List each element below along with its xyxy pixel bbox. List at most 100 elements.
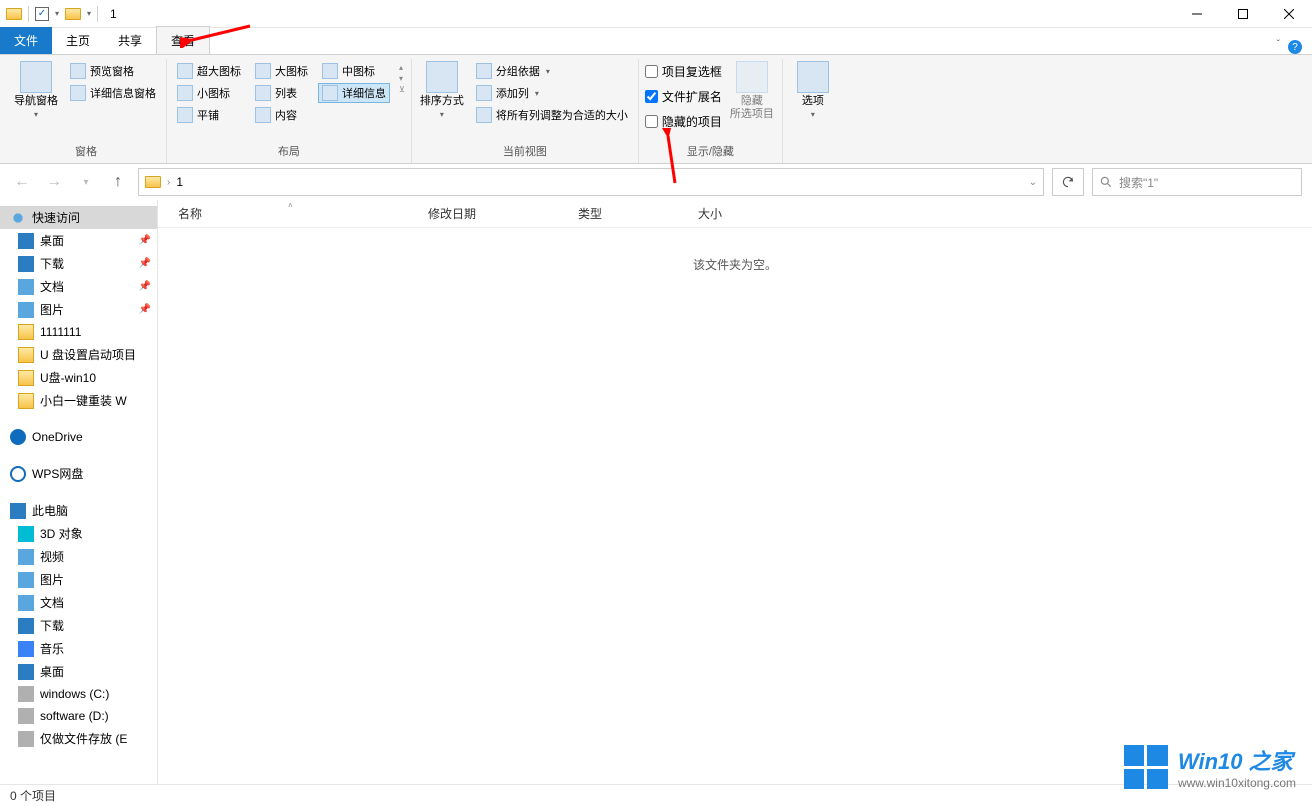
- search-placeholder: 搜索"1": [1119, 174, 1158, 191]
- group-label-layout: 布局: [173, 140, 405, 163]
- column-size[interactable]: 大小: [698, 205, 798, 222]
- layout-content-button[interactable]: 内容: [251, 105, 312, 125]
- forward-button[interactable]: →: [42, 170, 66, 194]
- search-icon: [1099, 175, 1113, 189]
- groupby-label: 分组依据: [496, 63, 540, 79]
- breadcrumb-current[interactable]: 1: [176, 175, 183, 189]
- layout-lg-label: 大图标: [275, 63, 308, 79]
- checkbox-hidden-items[interactable]: 隐藏的项目: [645, 111, 722, 132]
- layout-xl-button[interactable]: 超大图标: [173, 61, 245, 81]
- close-button[interactable]: [1266, 0, 1312, 28]
- pin-icon: 📌: [139, 258, 151, 269]
- details-pane-button[interactable]: 详细信息窗格: [66, 83, 160, 103]
- status-item-count: 0 个项目: [10, 787, 56, 804]
- tab-home[interactable]: 主页: [52, 27, 104, 54]
- minimize-button[interactable]: [1174, 0, 1220, 28]
- tab-file[interactable]: 文件: [0, 27, 52, 54]
- qat-dropdown-icon[interactable]: ▾: [55, 9, 59, 18]
- checkbox-item-checkboxes[interactable]: 项目复选框: [645, 61, 722, 82]
- tree-thispc[interactable]: 此电脑: [0, 499, 157, 522]
- column-type[interactable]: 类型: [578, 205, 698, 222]
- tree-desktop-label: 桌面: [40, 232, 64, 249]
- search-box[interactable]: 搜索"1": [1092, 168, 1302, 196]
- tree-3d-label: 3D 对象: [40, 525, 83, 542]
- ribbon-group-panes: 导航窗格▾ 预览窗格 详细信息窗格 窗格: [6, 59, 167, 163]
- tree-pictures2[interactable]: 图片: [0, 568, 157, 591]
- tree-downloads[interactable]: 下载📌: [0, 252, 157, 275]
- sort-label: 排序方式: [420, 95, 464, 108]
- up-button[interactable]: ↑: [106, 170, 130, 194]
- back-button[interactable]: ←: [10, 170, 34, 194]
- qat-properties-icon[interactable]: ✓: [35, 7, 49, 21]
- refresh-button[interactable]: [1052, 168, 1084, 196]
- maximize-button[interactable]: [1220, 0, 1266, 28]
- tree-folder-2[interactable]: U 盘设置启动项目: [0, 343, 157, 366]
- qat-new-folder-icon[interactable]: [65, 8, 81, 20]
- tree-music[interactable]: 音乐: [0, 637, 157, 660]
- tree-desktop[interactable]: 桌面📌: [0, 229, 157, 252]
- layout-expand-icon[interactable]: ⊻: [399, 85, 405, 94]
- tree-folder-2-label: U 盘设置启动项目: [40, 346, 136, 363]
- tab-view[interactable]: 查看: [156, 26, 210, 54]
- layout-sm-button[interactable]: 小图标: [173, 83, 245, 103]
- fitcolumns-button[interactable]: 将所有列调整为合适的大小: [472, 105, 632, 125]
- tree-downloads2[interactable]: 下载: [0, 614, 157, 637]
- tree-folder-1[interactable]: 1111111: [0, 321, 157, 343]
- tree-wps[interactable]: WPS网盘: [0, 462, 157, 485]
- sort-button[interactable]: 排序方式▾: [418, 61, 466, 120]
- ribbon-collapse-icon[interactable]: ˇ: [1269, 35, 1288, 54]
- tree-documents2[interactable]: 文档: [0, 591, 157, 614]
- tree-drive-d-label: software (D:): [40, 709, 109, 723]
- layout-scroll-up-icon[interactable]: ▴: [399, 63, 405, 72]
- addcolumn-button[interactable]: 添加列▾: [472, 83, 632, 103]
- tree-folder-4[interactable]: 小白一键重装 W: [0, 389, 157, 412]
- tree-folder-3[interactable]: U盘-win10: [0, 366, 157, 389]
- layout-md-button[interactable]: 中图标: [318, 61, 390, 81]
- fitcolumns-label: 将所有列调整为合适的大小: [496, 107, 628, 123]
- watermark: Win10 之家 www.win10xitong.com: [1124, 744, 1296, 790]
- column-name[interactable]: 名称˄: [178, 205, 428, 222]
- address-bar[interactable]: › 1 ⌄: [138, 168, 1044, 196]
- groupby-button[interactable]: 分组依据▾: [472, 61, 632, 81]
- tree-videos-label: 视频: [40, 548, 64, 565]
- tree-desktop2-label: 桌面: [40, 663, 64, 680]
- history-dropdown-icon[interactable]: ▾: [74, 170, 98, 194]
- watermark-logo-icon: [1124, 745, 1168, 789]
- title-bar: ✓ ▾ ▾ 1: [0, 0, 1312, 28]
- quick-access-toolbar: ✓ ▾ ▾: [0, 6, 91, 22]
- options-label: 选项: [802, 95, 824, 108]
- tab-share[interactable]: 共享: [104, 27, 156, 54]
- options-button[interactable]: 选项▾: [789, 61, 837, 120]
- qat-customize-icon[interactable]: ▾: [87, 9, 91, 18]
- main-area: 快速访问 桌面📌 下载📌 文档📌 图片📌 1111111 U 盘设置启动项目 U…: [0, 200, 1312, 784]
- pin-icon: 📌: [139, 281, 151, 292]
- address-dropdown-icon[interactable]: ⌄: [1029, 177, 1037, 188]
- layout-scroll-down-icon[interactable]: ▾: [399, 74, 405, 83]
- column-date[interactable]: 修改日期: [428, 205, 578, 222]
- tree-documents[interactable]: 文档📌: [0, 275, 157, 298]
- tree-pictures2-label: 图片: [40, 571, 64, 588]
- group-label-currentview: 当前视图: [418, 140, 632, 163]
- navigation-tree[interactable]: 快速访问 桌面📌 下载📌 文档📌 图片📌 1111111 U 盘设置启动项目 U…: [0, 200, 158, 784]
- tree-drive-e[interactable]: 仅做文件存放 (E: [0, 727, 157, 750]
- tree-3d[interactable]: 3D 对象: [0, 522, 157, 545]
- tree-videos[interactable]: 视频: [0, 545, 157, 568]
- tree-pictures[interactable]: 图片📌: [0, 298, 157, 321]
- help-icon[interactable]: ?: [1288, 40, 1302, 54]
- qat-divider: [28, 6, 29, 22]
- watermark-line2: www.win10xitong.com: [1178, 776, 1296, 790]
- tree-onedrive[interactable]: OneDrive: [0, 426, 157, 448]
- checkbox-file-extensions[interactable]: 文件扩展名: [645, 86, 722, 107]
- layout-lg-button[interactable]: 大图标: [251, 61, 312, 81]
- layout-list-button[interactable]: 列表: [251, 83, 312, 103]
- group-label-options: [789, 144, 837, 163]
- layout-detail-button[interactable]: 详细信息: [318, 83, 390, 103]
- tree-quick-access[interactable]: 快速访问: [0, 206, 157, 229]
- tree-drive-c[interactable]: windows (C:): [0, 683, 157, 705]
- tree-drive-d[interactable]: software (D:): [0, 705, 157, 727]
- layout-tile-button[interactable]: 平铺: [173, 105, 245, 125]
- preview-pane-button[interactable]: 预览窗格: [66, 61, 160, 81]
- nav-pane-button[interactable]: 导航窗格▾: [12, 61, 60, 120]
- content-area: 名称˄ 修改日期 类型 大小 该文件夹为空。: [158, 200, 1312, 784]
- tree-desktop2[interactable]: 桌面: [0, 660, 157, 683]
